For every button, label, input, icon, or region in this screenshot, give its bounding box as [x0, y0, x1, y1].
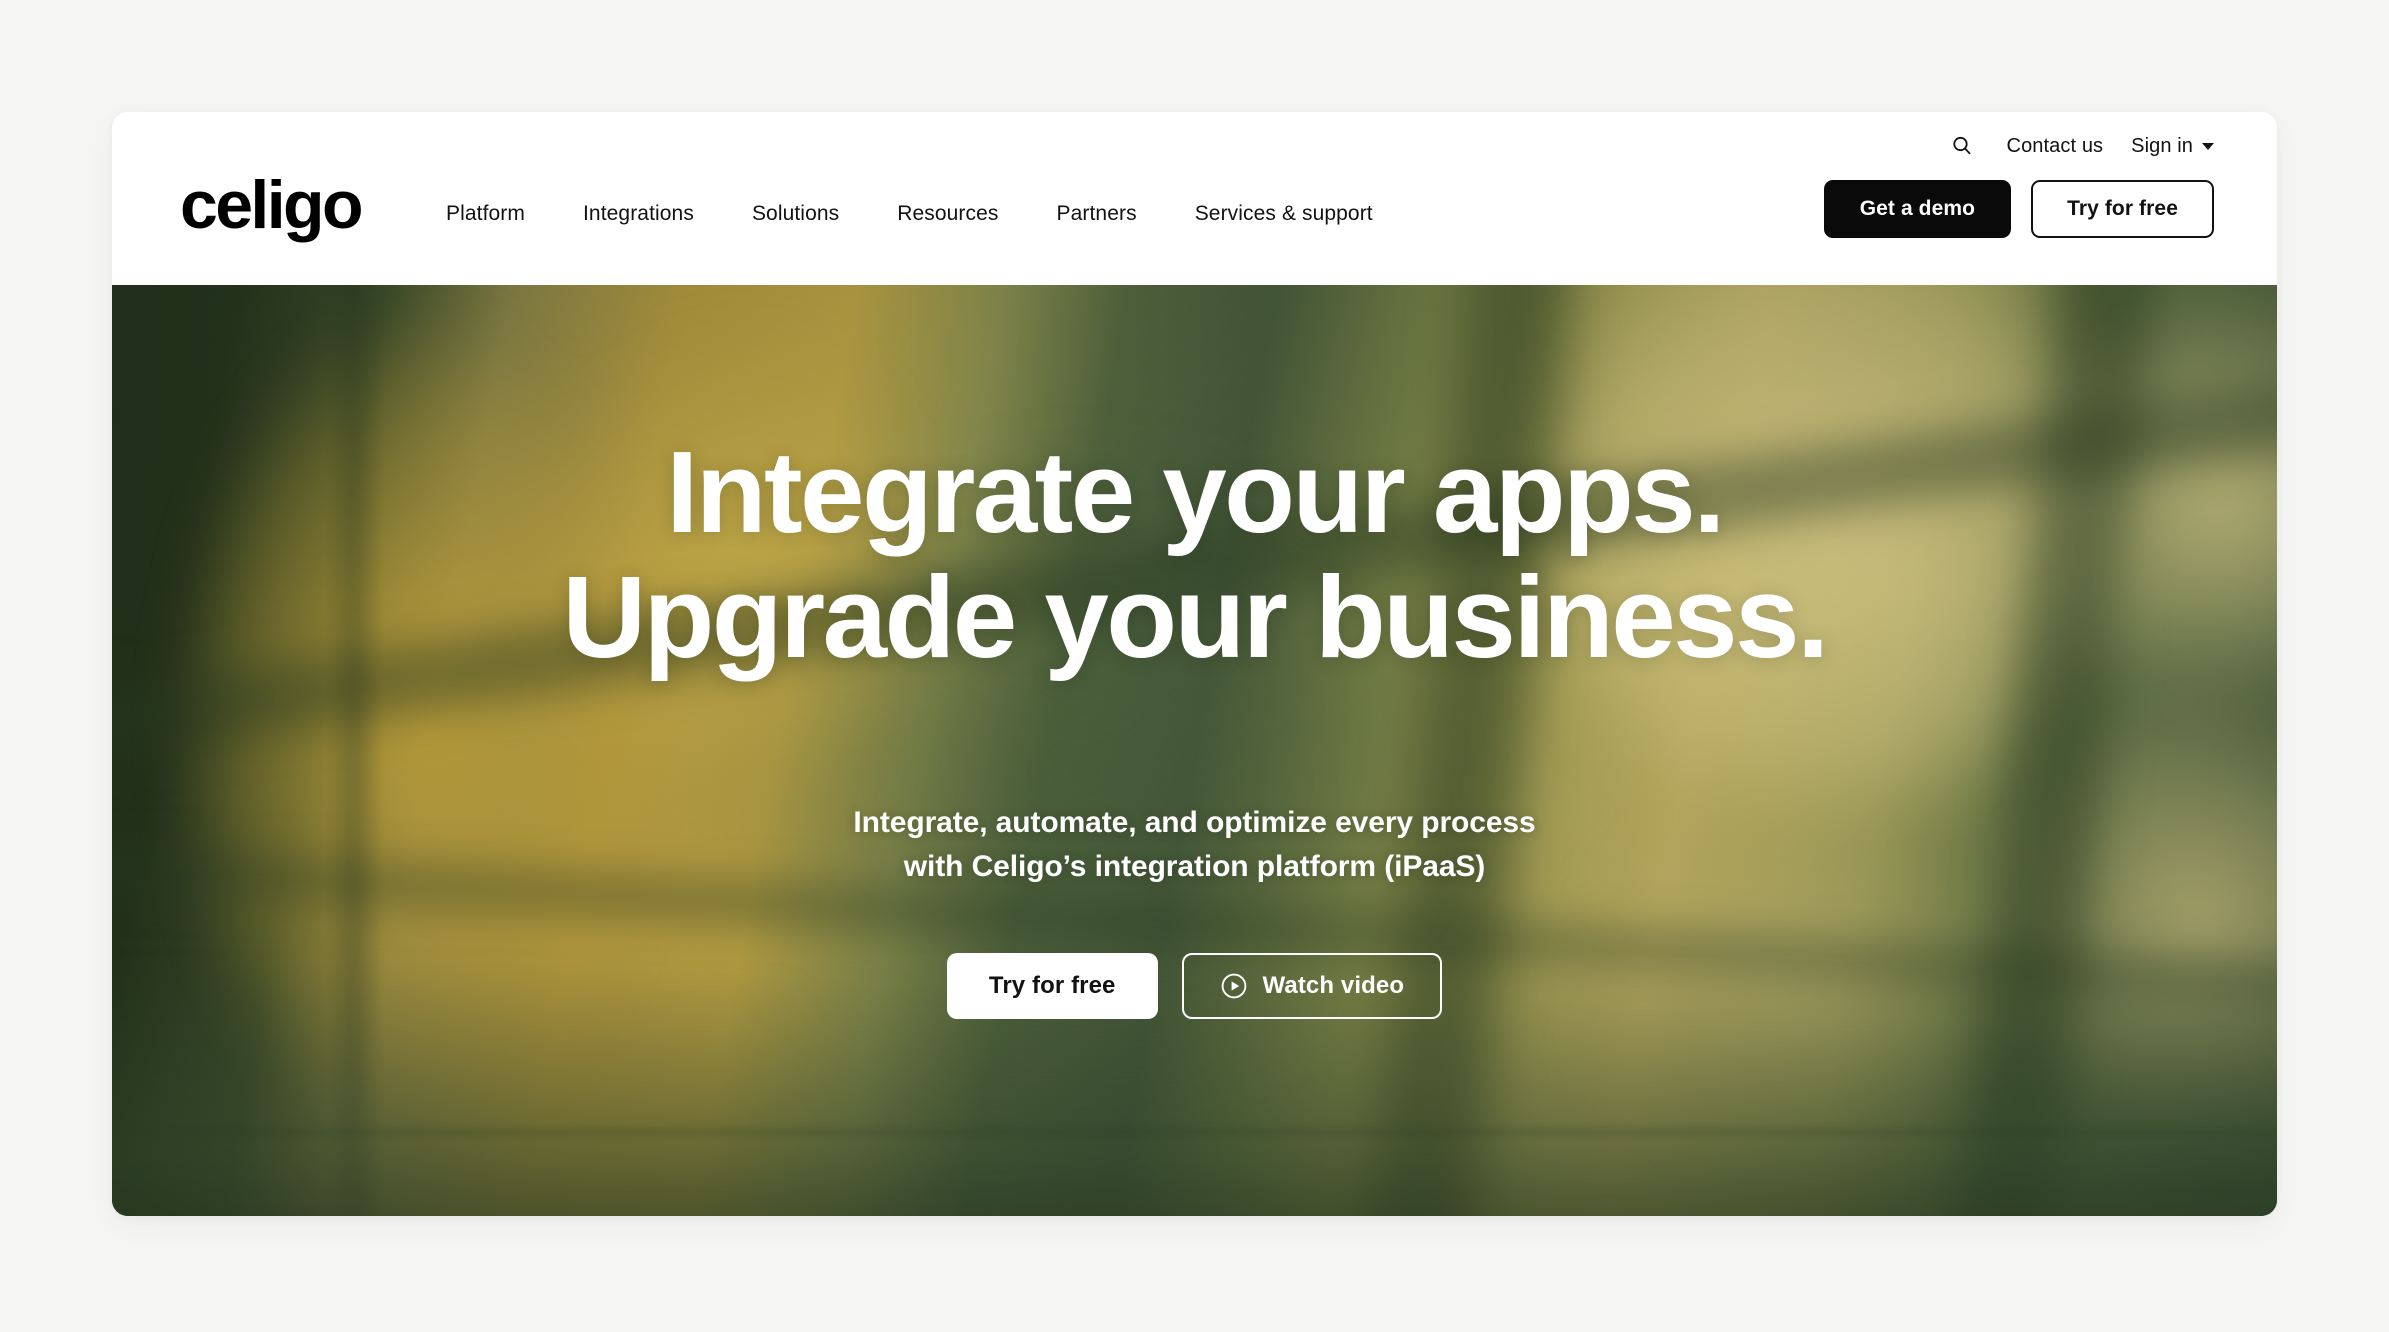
nav-item-resources[interactable]: Resources — [897, 196, 998, 232]
hero-cta-group: Try for free Watch video — [946, 953, 1443, 1020]
hero-headline-line-1: Integrate your apps. — [666, 427, 1725, 557]
play-circle-icon — [1220, 972, 1248, 1000]
nav-item-solutions[interactable]: Solutions — [752, 196, 839, 232]
hero-section: Integrate your apps. Upgrade your busine… — [112, 285, 2277, 1216]
header-try-for-free-button[interactable]: Try for free — [2031, 180, 2214, 238]
utility-bar: Contact us Sign in — [1949, 132, 2214, 160]
hero-headline-line-2: Upgrade your business. — [562, 552, 1829, 683]
nav-item-integrations[interactable]: Integrations — [583, 196, 694, 232]
hero-subheadline: Integrate, automate, and optimize every … — [853, 801, 1535, 890]
hero-try-for-free-button[interactable]: Try for free — [946, 953, 1158, 1020]
header-main-row: celigo Platform Integrations Solutions R… — [112, 158, 2277, 268]
chevron-down-icon — [2202, 142, 2214, 150]
watch-video-label: Watch video — [1262, 972, 1405, 1000]
sign-in-menu[interactable]: Sign in — [2131, 135, 2214, 158]
get-a-demo-button[interactable]: Get a demo — [1823, 180, 2012, 238]
hero-subheadline-line-2: with Celigo’s integration platform (iPaa… — [903, 849, 1486, 883]
nav-item-platform[interactable]: Platform — [446, 196, 525, 232]
contact-us-link[interactable]: Contact us — [2007, 135, 2104, 158]
watch-video-button[interactable]: Watch video — [1181, 953, 1443, 1020]
sign-in-label: Sign in — [2131, 134, 2193, 157]
header-cta-group: Get a demo Try for free — [1823, 180, 2214, 238]
nav-item-services-support[interactable]: Services & support — [1195, 196, 1373, 232]
hero-headline: Integrate your apps. Upgrade your busine… — [562, 427, 1829, 683]
site-header: Contact us Sign in celigo Platform Integ… — [112, 112, 2277, 285]
hero-subheadline-line-1: Integrate, automate, and optimize every … — [853, 805, 1536, 839]
nav-item-partners[interactable]: Partners — [1057, 196, 1137, 232]
hero-content: Integrate your apps. Upgrade your busine… — [112, 285, 2277, 1216]
primary-nav: Platform Integrations Solutions Resource… — [446, 196, 1373, 232]
search-icon[interactable] — [1949, 133, 1975, 159]
browser-page-card: Contact us Sign in celigo Platform Integ… — [112, 112, 2277, 1216]
celigo-logo[interactable]: celigo — [180, 171, 364, 239]
